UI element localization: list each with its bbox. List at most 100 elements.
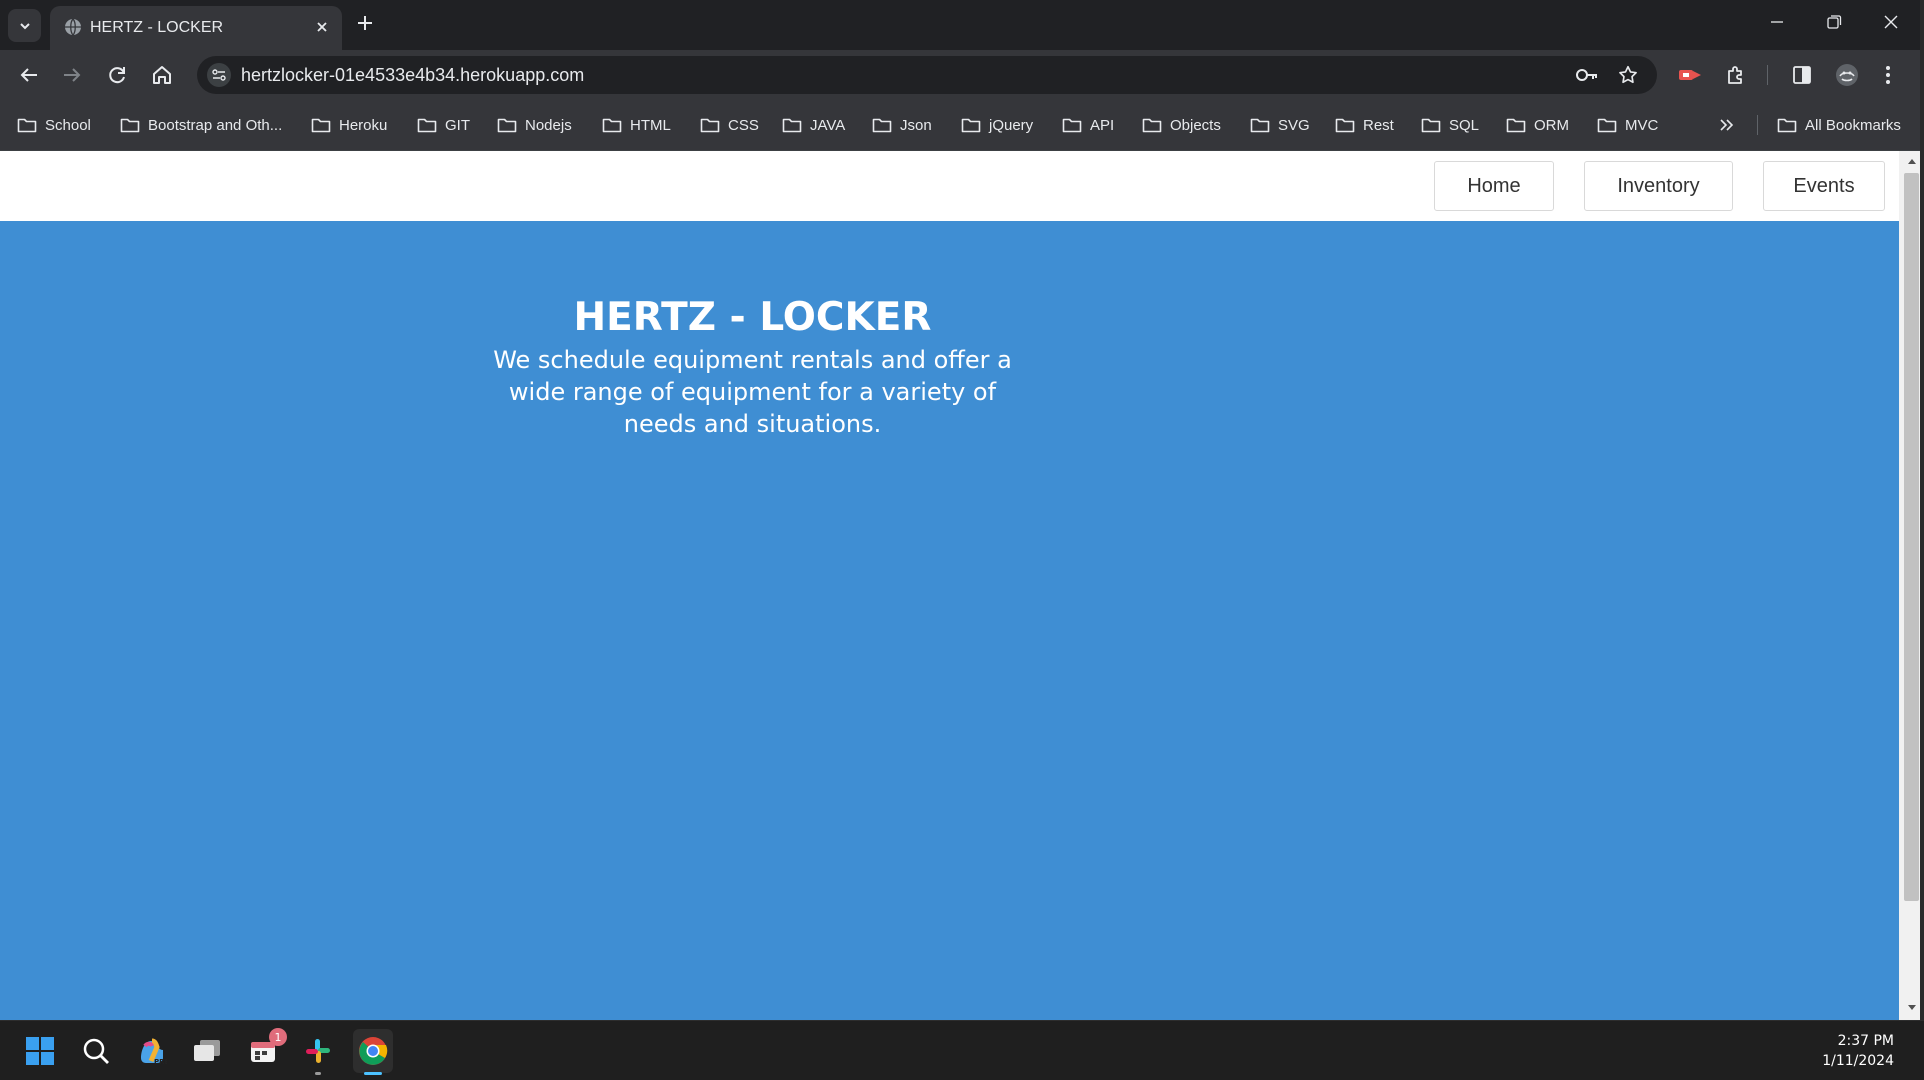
globe-icon [64, 18, 82, 36]
taskbar-widgets-button[interactable]: 1 [245, 1028, 287, 1069]
bookmark-folder-objects[interactable]: Objects [1142, 114, 1221, 136]
reload-icon[interactable] [105, 63, 129, 87]
taskbar-copilot-button[interactable]: PRE [134, 1033, 170, 1069]
bookmark-label: HTML [630, 116, 671, 134]
more-bookmarks-icon[interactable] [1718, 116, 1736, 134]
chrome-menu-icon[interactable] [1882, 63, 1894, 87]
bookmark-label: Bootstrap and Oth... [148, 116, 283, 134]
bookmark-label: Json [900, 116, 932, 134]
site-header: Home Inventory Events [0, 151, 1899, 221]
search-icon [82, 1037, 110, 1065]
folder-icon [700, 117, 720, 133]
bookmark-folder-bootstrap[interactable]: Bootstrap and Oth... [120, 114, 282, 136]
clock-date: 1/11/2024 [1822, 1053, 1894, 1069]
tab-strip: HERTZ - LOCKER [0, 0, 1924, 50]
bookmark-star-icon[interactable] [1617, 64, 1639, 86]
new-tab-icon[interactable] [355, 13, 375, 33]
task-view-icon [192, 1037, 222, 1065]
windows-logo-icon [25, 1036, 55, 1066]
bookmark-folder-java[interactable]: JAVA [782, 114, 845, 136]
bookmark-folder-json[interactable]: Json [872, 114, 932, 136]
side-panel-icon[interactable] [1790, 63, 1814, 87]
page-viewport: Home Inventory Events HERTZ - LOCKER We … [0, 151, 1899, 1020]
forward-icon[interactable] [60, 63, 84, 87]
extensions-puzzle-icon[interactable] [1724, 63, 1748, 87]
bookmark-label: Heroku [339, 116, 388, 134]
folder-icon [782, 117, 802, 133]
bookmark-label: jQuery [989, 116, 1034, 134]
taskbar-task-view-button[interactable] [189, 1033, 225, 1069]
bookmark-label: API [1090, 116, 1115, 134]
hero-description: We schedule equipment rentals and offer … [493, 346, 1012, 438]
taskbar-search-button[interactable] [78, 1033, 114, 1069]
extension-red-icon[interactable] [1677, 63, 1703, 87]
password-key-icon[interactable] [1575, 66, 1599, 84]
bookmark-folder-html[interactable]: HTML [602, 114, 671, 136]
browser-toolbar: hertzlocker-01e4533e4b34.herokuapp.com [0, 50, 1924, 100]
close-window-icon[interactable] [1882, 13, 1900, 31]
bookmark-label: SVG [1278, 116, 1310, 134]
scroll-up-icon[interactable] [1907, 157, 1917, 165]
start-button[interactable] [22, 1033, 58, 1069]
slack-icon [304, 1037, 332, 1065]
clock-time: 2:37 PM [1837, 1033, 1894, 1049]
system-clock[interactable]: 2:37 PM 1/11/2024 [1822, 1031, 1894, 1071]
home-icon[interactable] [150, 63, 174, 87]
bookmark-folder-git[interactable]: GIT [417, 114, 470, 136]
folder-icon [872, 117, 892, 133]
bookmark-label: Objects [1170, 116, 1221, 134]
bookmark-folder-sql[interactable]: SQL [1421, 114, 1479, 136]
folder-icon [1597, 117, 1617, 133]
chrome-icon [358, 1036, 388, 1066]
nav-events-button[interactable]: Events [1763, 161, 1885, 211]
bookmark-label: CSS [728, 116, 759, 134]
tab-title: HERTZ - LOCKER [90, 19, 224, 36]
bookmark-folder-jquery[interactable]: jQuery [961, 114, 1033, 136]
windows-taskbar: PRE 1 2:37 PM 1/11/2024 [0, 1020, 1924, 1080]
bookmark-label: ORM [1534, 116, 1569, 134]
active-indicator [364, 1072, 382, 1075]
bookmark-folder-mvc[interactable]: MVC [1597, 114, 1658, 136]
tab-search-button[interactable] [8, 9, 41, 42]
bookmarks-bar: School Bootstrap and Oth... Heroku GIT N… [0, 100, 1924, 151]
taskbar-chrome-button[interactable] [353, 1029, 393, 1075]
folder-icon [1250, 117, 1270, 133]
bookmark-folder-css[interactable]: CSS [700, 114, 759, 136]
bookmark-label: SQL [1449, 116, 1480, 134]
folder-icon [1777, 117, 1797, 133]
bookmark-folder-orm[interactable]: ORM [1506, 114, 1569, 136]
minimize-icon[interactable] [1768, 13, 1786, 31]
bookmark-label: GIT [445, 116, 470, 134]
site-settings-icon[interactable] [207, 63, 231, 87]
scrollbar-thumb[interactable] [1904, 173, 1919, 901]
browser-tab[interactable]: HERTZ - LOCKER [50, 6, 342, 50]
back-icon[interactable] [17, 63, 41, 87]
page-title: HERTZ - LOCKER [573, 295, 932, 340]
address-bar[interactable]: hertzlocker-01e4533e4b34.herokuapp.com [197, 56, 1657, 94]
folder-icon [497, 117, 517, 133]
copilot-icon: PRE [137, 1036, 167, 1066]
folder-icon [311, 117, 331, 133]
running-indicator [315, 1072, 321, 1075]
svg-text:PRE: PRE [154, 1058, 167, 1066]
bookmark-label: Rest [1363, 116, 1394, 134]
bookmark-folder-heroku[interactable]: Heroku [311, 114, 387, 136]
restore-icon[interactable] [1825, 13, 1843, 31]
toolbar-divider [1767, 65, 1768, 85]
bookmark-folder-svg[interactable]: SVG [1250, 114, 1310, 136]
bookmark-folder-rest[interactable]: Rest [1335, 114, 1394, 136]
bookmark-folder-school[interactable]: School [17, 114, 91, 136]
bookmark-folder-nodejs[interactable]: Nodejs [497, 114, 572, 136]
scroll-down-icon[interactable] [1907, 1004, 1917, 1012]
url-text: hertzlocker-01e4533e4b34.herokuapp.com [241, 65, 585, 85]
folder-icon [1062, 117, 1082, 133]
bookmark-folder-api[interactable]: API [1062, 114, 1114, 136]
profile-avatar-icon[interactable] [1834, 63, 1860, 87]
bookmark-label: School [45, 116, 91, 134]
taskbar-slack-button[interactable] [300, 1033, 336, 1075]
nav-home-button[interactable]: Home [1434, 161, 1554, 211]
all-bookmarks-button[interactable]: All Bookmarks [1777, 114, 1901, 136]
close-tab-icon[interactable] [314, 19, 330, 35]
all-bookmarks-label: All Bookmarks [1805, 116, 1901, 134]
nav-inventory-button[interactable]: Inventory [1584, 161, 1733, 211]
